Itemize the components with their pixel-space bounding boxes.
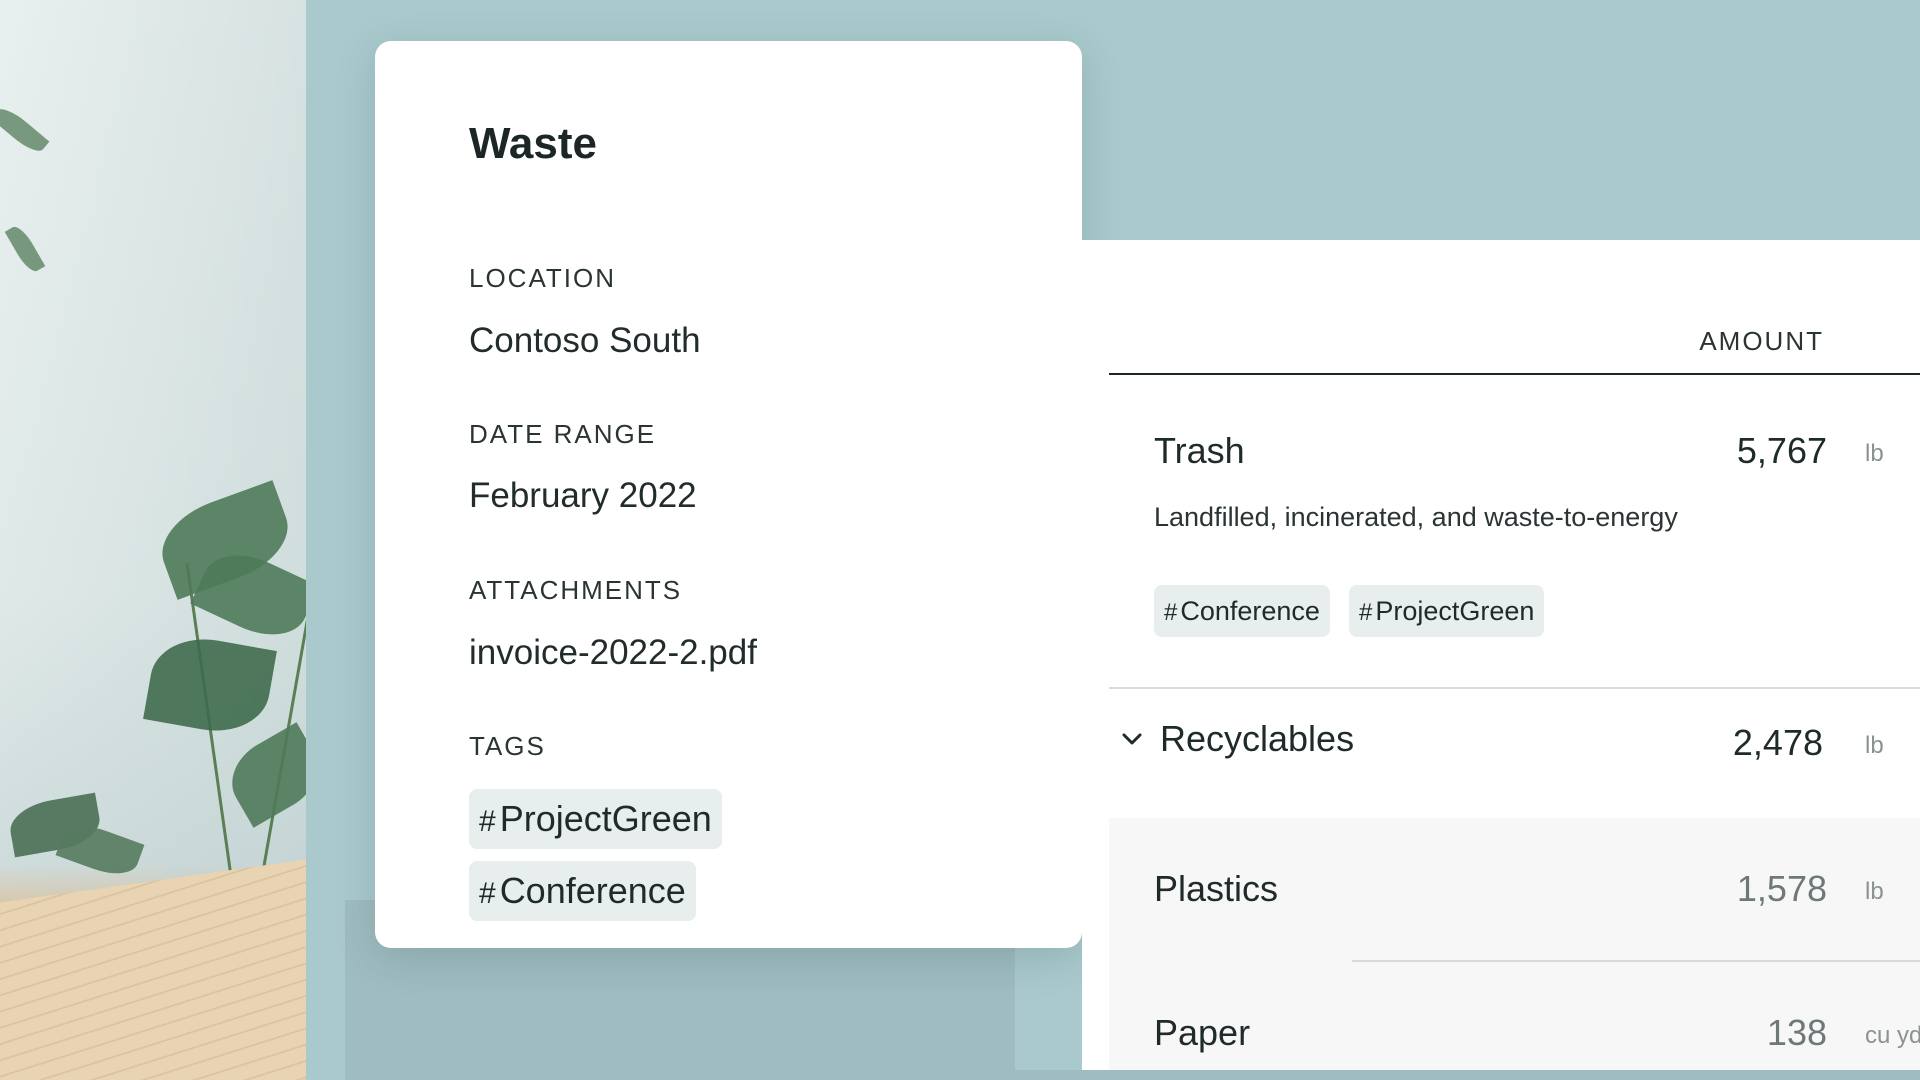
tag-chip[interactable]: # Conference bbox=[1154, 585, 1330, 637]
waste-detail-card: Waste LOCATION Contoso South DATE RANGE … bbox=[375, 41, 1082, 948]
tag-label: Conference bbox=[499, 870, 686, 911]
trash-name: Trash bbox=[1154, 430, 1245, 471]
trash-description: Landfilled, incinerated, and waste-to-en… bbox=[1154, 502, 1678, 532]
tag-label: ProjectGreen bbox=[499, 798, 712, 839]
tags-label: TAGS bbox=[469, 731, 546, 761]
plastics-value: 1,578 bbox=[1736, 868, 1827, 909]
tag-label: ProjectGreen bbox=[1375, 596, 1535, 626]
paper-name: Paper bbox=[1154, 1012, 1251, 1053]
plastics-name: Plastics bbox=[1154, 868, 1279, 909]
chevron-down-icon[interactable] bbox=[1118, 725, 1146, 753]
amounts-panel: AMOUNT Trash 5,767 lb Landfilled, incine… bbox=[1082, 240, 1920, 1070]
recyclables-unit: lb bbox=[1865, 732, 1884, 759]
tag-chip[interactable]: # Conference bbox=[469, 861, 696, 921]
bottom-band bbox=[345, 1070, 1920, 1080]
paper-value: 138 bbox=[1766, 1012, 1827, 1053]
hash-icon: # bbox=[1164, 599, 1178, 626]
tag-label: Conference bbox=[1180, 596, 1320, 626]
row-divider bbox=[1352, 960, 1920, 962]
card-title: Waste bbox=[469, 119, 597, 168]
attachment-link[interactable]: invoice-2022-2.pdf bbox=[469, 633, 757, 673]
recyclables-name[interactable]: Recyclables bbox=[1160, 718, 1354, 760]
hash-icon: # bbox=[479, 877, 496, 910]
date-range-label: DATE RANGE bbox=[469, 419, 657, 449]
recyclables-value: 2,478 bbox=[1732, 722, 1823, 763]
tag-chip[interactable]: # ProjectGreen bbox=[1349, 585, 1545, 637]
hash-icon: # bbox=[1359, 599, 1373, 626]
background-photo bbox=[0, 0, 306, 1080]
tag-chip[interactable]: # ProjectGreen bbox=[469, 789, 722, 849]
trash-unit: lb bbox=[1865, 440, 1884, 467]
date-range-value: February 2022 bbox=[469, 476, 697, 515]
plastics-unit: lb bbox=[1865, 878, 1884, 905]
trash-value: 5,767 bbox=[1736, 430, 1827, 471]
row-divider bbox=[1109, 687, 1920, 689]
location-value: Contoso South bbox=[469, 321, 701, 360]
header-divider bbox=[1109, 373, 1920, 375]
amount-column-header: AMOUNT bbox=[1699, 326, 1824, 356]
hash-icon: # bbox=[479, 805, 496, 838]
paper-unit: cu yd bbox=[1865, 1022, 1920, 1049]
attachments-label: ATTACHMENTS bbox=[469, 575, 683, 605]
location-label: LOCATION bbox=[469, 263, 616, 293]
